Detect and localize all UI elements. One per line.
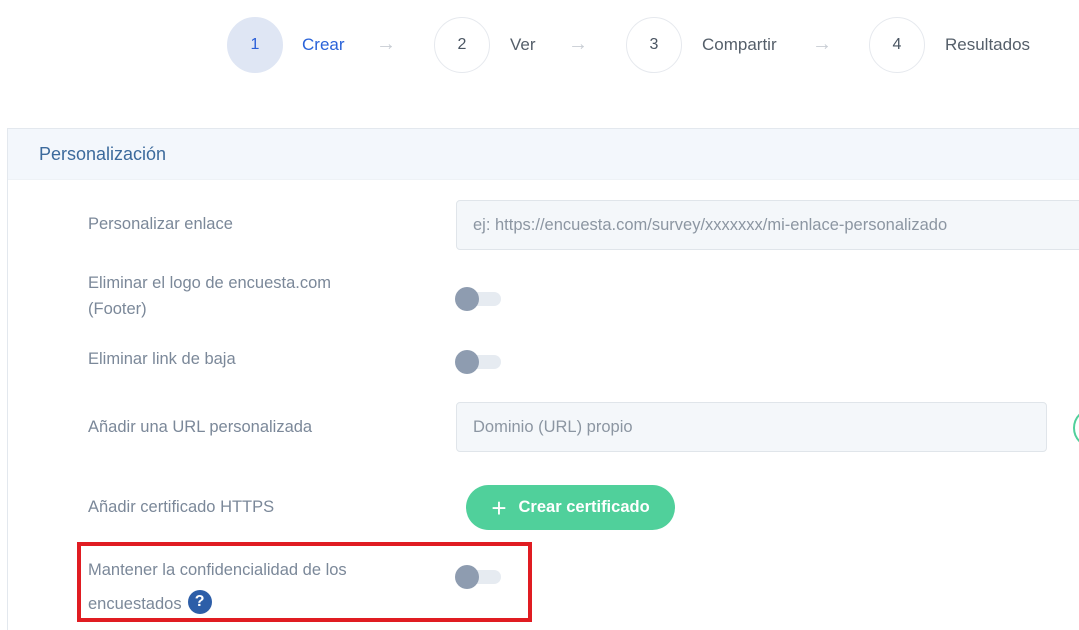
- custom-url-placeholder: Dominio (URL) propio: [473, 417, 633, 436]
- arrow-right-icon: →: [376, 33, 396, 55]
- step-label: Ver: [510, 35, 536, 54]
- step-label: Crear: [302, 35, 345, 54]
- remove-unsubscribe-toggle[interactable]: [455, 349, 501, 375]
- step-label: Resultados: [945, 35, 1031, 54]
- panel-header: Personalización: [8, 129, 1079, 180]
- panel-title: Personalización: [39, 143, 167, 164]
- remove-logo-toggle[interactable]: [455, 286, 501, 312]
- toggle-knob: [455, 350, 479, 374]
- remove-logo-label: Eliminar el logo de encuesta.com (Footer…: [88, 270, 331, 322]
- custom-url-label: Añadir una URL personalizada: [88, 418, 313, 436]
- step-crear[interactable]: 1 Crear: [227, 17, 345, 73]
- step-number: 3: [626, 17, 682, 73]
- custom-url-input[interactable]: Dominio (URL) propio: [456, 402, 1047, 452]
- create-certificate-button[interactable]: + Crear certificado: [466, 485, 675, 530]
- remove-logo-label-line1: Eliminar el logo de encuesta.com: [88, 274, 332, 292]
- remove-unsubscribe-label: Eliminar link de baja: [88, 350, 236, 368]
- create-certificate-label: Crear certificado: [518, 498, 650, 516]
- custom-link-label: Personalizar enlace: [88, 215, 233, 233]
- arrow-right-icon: →: [812, 33, 832, 55]
- toggle-knob: [455, 287, 479, 311]
- arrow-right-icon: →: [568, 33, 588, 55]
- step-number: 1: [227, 17, 283, 73]
- step-resultados[interactable]: 4 Resultados: [869, 17, 1030, 73]
- step-label: Compartir: [702, 35, 777, 54]
- highlight-box: [77, 542, 532, 622]
- custom-link-input[interactable]: ej: https://encuesta.com/survey/xxxxxxx/…: [456, 200, 1079, 250]
- step-number: 2: [434, 17, 490, 73]
- step-number: 4: [869, 17, 925, 73]
- remove-logo-label-line2: (Footer): [88, 300, 147, 318]
- plus-icon: +: [491, 492, 507, 523]
- step-compartir[interactable]: 3 Compartir: [626, 17, 777, 73]
- custom-link-placeholder: ej: https://encuesta.com/survey/xxxxxxx/…: [473, 215, 948, 234]
- https-cert-label: Añadir certificado HTTPS: [88, 498, 275, 516]
- step-ver[interactable]: 2 Ver: [434, 17, 536, 73]
